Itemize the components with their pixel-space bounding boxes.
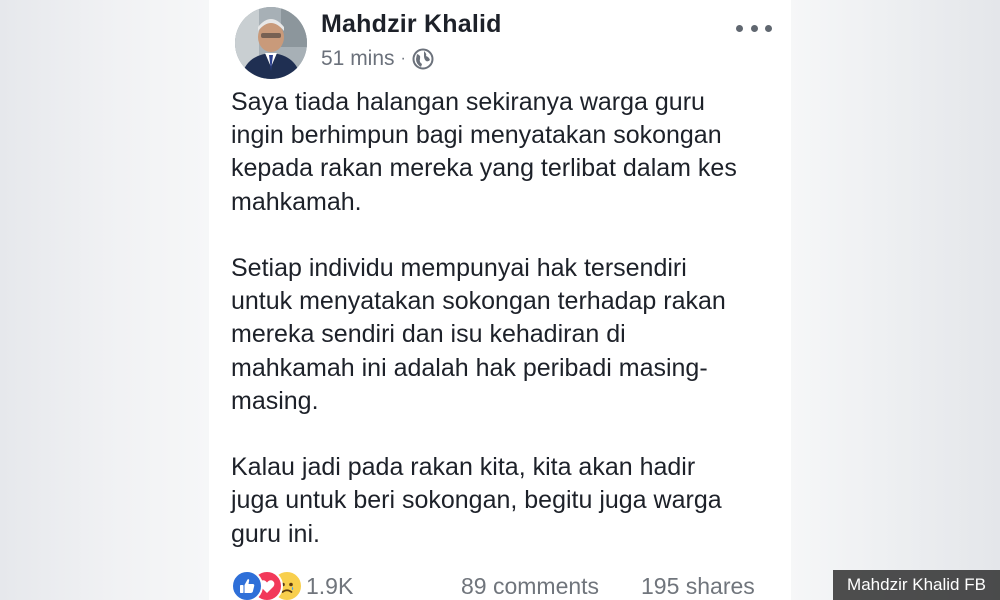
more-options-icon[interactable]	[736, 16, 772, 40]
meta-separator: ·	[400, 50, 406, 67]
reaction-icons[interactable]	[231, 570, 303, 600]
post-paragraph: Kalau jadi pada rakan kita, kita akan ha…	[231, 451, 776, 551]
image-credit: Mahdzir Khalid FB	[833, 570, 1000, 600]
avatar[interactable]	[235, 7, 307, 79]
author-name[interactable]: Mahdzir Khalid	[321, 10, 502, 39]
post-timestamp[interactable]: 51 mins	[321, 47, 395, 71]
post-line: untuk menyatakan sokongan terhadap rakan	[231, 287, 726, 316]
like-icon	[231, 570, 263, 600]
engagement-bar: 1.9K 89 comments 195 shares	[231, 568, 781, 600]
post-line: Saya tiada halangan sekiranya warga guru	[231, 88, 705, 116]
post-line: juga untuk beri sokongan, begitu juga wa…	[231, 486, 722, 515]
shares-count[interactable]: 195 shares	[641, 573, 755, 600]
post-text: Saya tiada halangan sekiranya warga guru…	[231, 86, 776, 584]
post-line: mahkamah.	[231, 187, 362, 216]
post-line: Setiap individu mempunyai hak tersendiri	[231, 254, 687, 282]
menu-dot	[736, 24, 743, 32]
post-paragraph: Saya tiada halangan sekiranya warga guru…	[231, 86, 776, 219]
menu-dot	[750, 24, 758, 32]
post-meta: 51 mins ·	[321, 46, 434, 72]
post-line: ingin berhimpun bagi menyatakan sokongan	[231, 121, 722, 150]
post-line: mereka sendiri dan isu kehadiran di	[231, 320, 626, 349]
post-paragraph: Setiap individu mempunyai hak tersendiri…	[231, 252, 776, 418]
post-line: guru ini.	[231, 519, 320, 548]
profile-photo	[235, 7, 307, 79]
post-line: mahkamah ini adalah hak peribadi masing-	[231, 353, 708, 382]
reaction-count[interactable]: 1.9K	[306, 573, 353, 600]
post-line: Kalau jadi pada rakan kita, kita akan ha…	[231, 453, 696, 482]
menu-dot	[765, 24, 772, 32]
globe-icon[interactable]	[412, 48, 434, 70]
comments-count[interactable]: 89 comments	[461, 573, 599, 600]
post-line: kepada rakan mereka yang terlibat dalam …	[231, 154, 737, 183]
post-line: masing.	[231, 386, 319, 415]
facebook-post-card: Mahdzir Khalid 51 mins · Saya tiada hala…	[209, 0, 791, 600]
